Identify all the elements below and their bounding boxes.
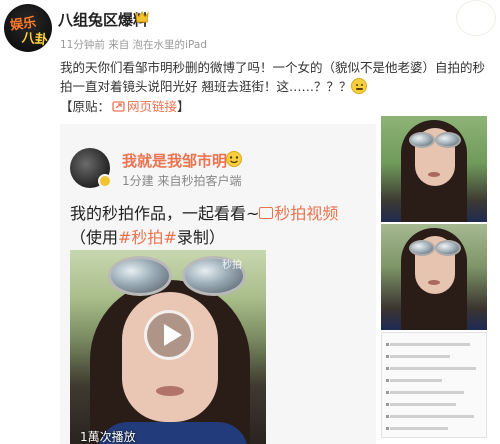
thumbnail-3-screenshot[interactable] [381, 332, 487, 438]
topic-tag[interactable]: #秒拍# [118, 228, 177, 247]
doc-line [390, 355, 450, 358]
repost-meta: 1分建 来自秒拍客户端 [122, 174, 242, 188]
doc-line [390, 343, 470, 346]
repost-text-open: （使用 [70, 228, 119, 247]
video-watermark: 秒拍 [222, 260, 242, 271]
doc-line [390, 403, 456, 406]
doc-line [390, 367, 476, 370]
post-body: 我的天你们看邹市明秒删的微博了吗！一个女的（貌似不是他老婆）自拍的秒拍一直对着镜… [60, 58, 490, 96]
source-prefix: 【原贴： [60, 99, 111, 114]
doc-line [390, 379, 442, 382]
thumbnail-lens-left [409, 240, 435, 256]
source-link[interactable]: 网页链接 [127, 99, 177, 114]
post-meta: 11分钟前 来自 泡在水里的iPad [60, 39, 207, 51]
verified-badge-icon [98, 174, 112, 188]
thumbnail-lens-right [435, 132, 461, 148]
doc-line [390, 415, 474, 418]
sunglasses-left-lens [108, 256, 172, 296]
repost-text-line-2: （使用#秒拍#录制） [70, 224, 225, 248]
doc-bullet [386, 355, 389, 358]
doc-bullet [386, 427, 389, 430]
thumbnail-lens-left [409, 132, 435, 148]
doc-bullet [386, 343, 389, 346]
source-line: 【原贴： 网页链接】 [60, 96, 190, 115]
doc-bullet [386, 379, 389, 382]
thumbnail-lens-right [435, 240, 461, 256]
doc-line [390, 391, 464, 394]
repost-text-line-1: 我的秒拍作品，一起看看~ 秒拍视频 [70, 200, 338, 224]
video-icon [259, 207, 274, 219]
post-text: 我的天你们看邹市明秒删的微博了吗！一个女的（貌似不是他老婆）自拍的秒拍一直对着镜… [60, 60, 486, 94]
video-player[interactable]: 秒拍 1萬次播放 [70, 250, 266, 444]
play-count: 1萬次播放 [80, 430, 136, 444]
doc-bullet [386, 367, 389, 370]
crown-emoji-icon [226, 151, 242, 167]
thumbnail-1[interactable] [381, 116, 487, 222]
repost-card[interactable]: 我就是我邹市明 1分建 来自秒拍客户端 我的秒拍作品，一起看看~ 秒拍视频 （使用… [60, 124, 376, 444]
vip-badge-icon [135, 11, 149, 23]
play-icon[interactable] [144, 310, 194, 360]
repost-text-prefix: 我的秒拍作品，一起看看~ [70, 204, 260, 223]
thumbnail-2[interactable] [381, 224, 487, 330]
repost-text-close: ） [208, 228, 225, 247]
watermark-stamp [456, 0, 496, 36]
repost-text-tail: 录制 [176, 228, 209, 247]
doc-bullet [386, 415, 389, 418]
doc-bullet [386, 403, 389, 406]
doc-bullet [386, 391, 389, 394]
link-icon [112, 101, 125, 112]
video-link[interactable]: 秒拍视频 [274, 204, 338, 223]
source-suffix: 】 [177, 99, 190, 114]
avatar-text-2: 八卦 [21, 30, 49, 49]
repost-author-name[interactable]: 我就是我邹市明 [122, 150, 227, 171]
thumbnail-mouth [428, 172, 440, 177]
thumbnail-mouth [428, 280, 440, 285]
video-frame-lips [156, 386, 184, 396]
smiley-emoji-icon [351, 78, 368, 94]
author-avatar[interactable]: 娱乐 八卦 [4, 4, 52, 52]
doc-line [390, 427, 448, 430]
